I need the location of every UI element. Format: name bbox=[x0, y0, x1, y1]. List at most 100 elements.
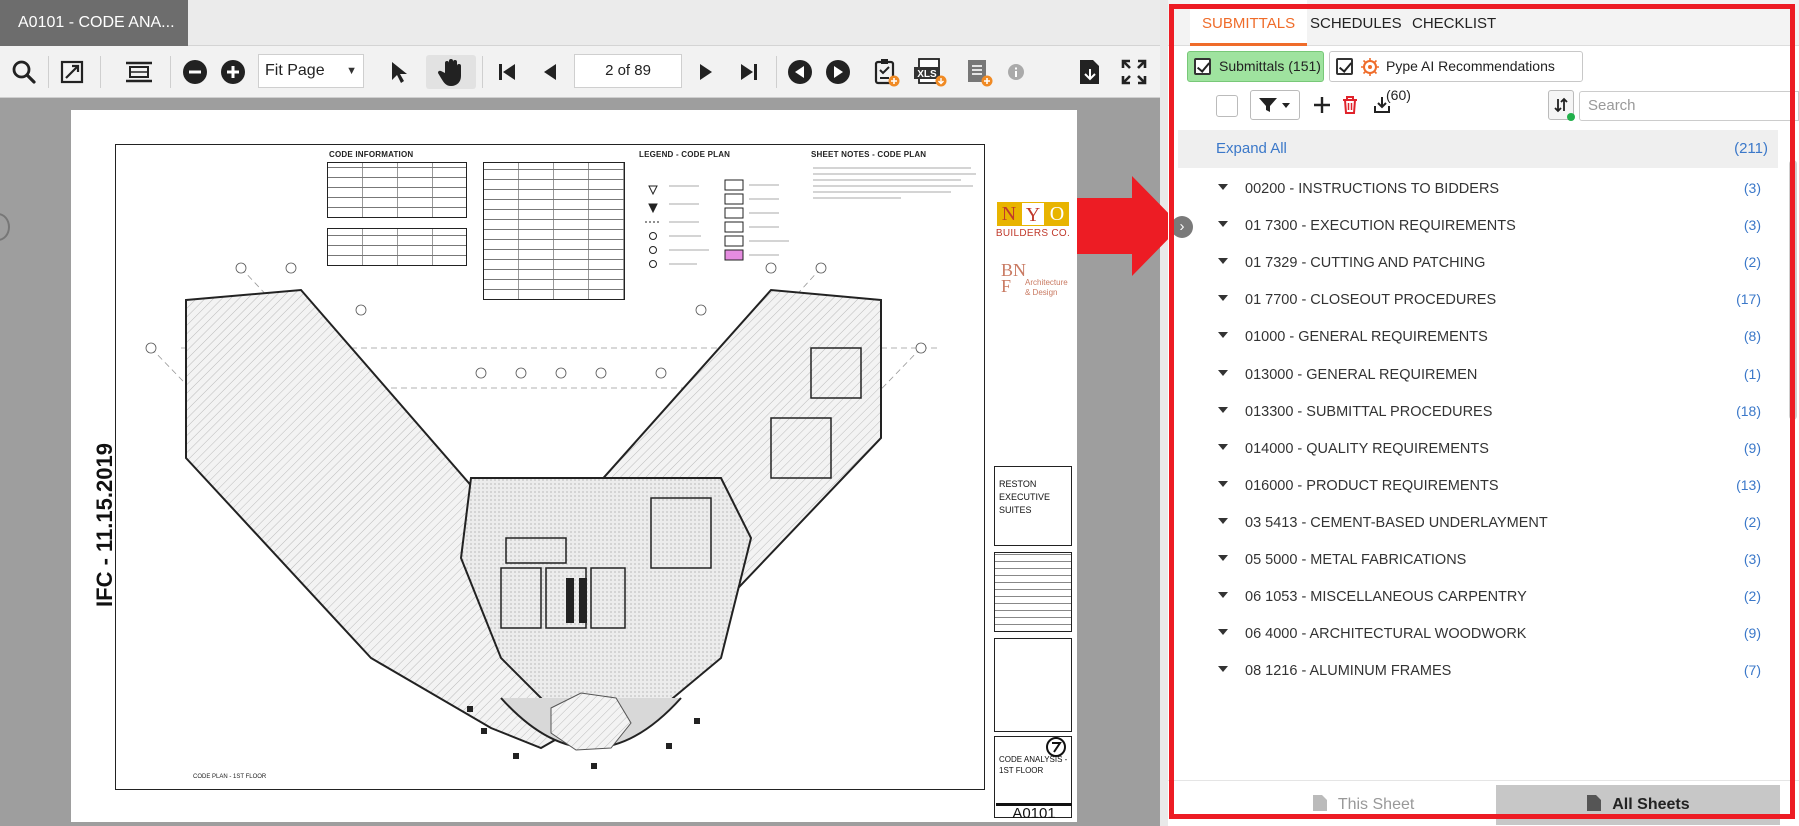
nyo-builders-logo: N Y O BUILDERS CO. bbox=[995, 202, 1071, 242]
expand-all-link[interactable]: Expand All bbox=[1216, 130, 1287, 168]
code-information-heading: CODE INFORMATION bbox=[329, 150, 414, 159]
document-viewer: A0101 - CODE ANA... Fit Page ▼ 2 of 89 X… bbox=[0, 0, 1160, 826]
sheet-notes-heading: SHEET NOTES - CODE PLAN bbox=[811, 150, 927, 159]
caret-down-icon[interactable] bbox=[1218, 443, 1228, 450]
section-count: (13) bbox=[1736, 476, 1761, 493]
logo-letter-n: N bbox=[997, 202, 1021, 226]
left-panel-toggle-icon[interactable] bbox=[0, 213, 10, 241]
filter-dropdown-button[interactable] bbox=[1250, 90, 1300, 120]
sheet-notes-text bbox=[813, 167, 976, 199]
section-count: (3) bbox=[1743, 551, 1761, 567]
export-icon[interactable] bbox=[1074, 55, 1106, 89]
document-tab-bar: A0101 - CODE ANA... bbox=[0, 0, 1160, 46]
section-label: 014000 - QUALITY REQUIREMENTS bbox=[1245, 440, 1489, 457]
caret-down-icon[interactable] bbox=[1218, 666, 1228, 673]
page-number-input[interactable]: 2 of 89 bbox=[574, 54, 682, 88]
section-count: (2) bbox=[1743, 254, 1761, 271]
ifc-date-stamp: IFC - 11.15.2019 bbox=[85, 440, 125, 610]
caret-down-icon[interactable] bbox=[1218, 629, 1228, 636]
caret-down-icon[interactable] bbox=[1218, 184, 1228, 190]
delete-icon[interactable] bbox=[1336, 90, 1364, 120]
caret-down-icon[interactable] bbox=[1218, 480, 1228, 487]
caret-down-icon[interactable] bbox=[1218, 555, 1228, 561]
pype-ai-filter-chip[interactable]: Pype AI Recommendations (60) bbox=[1329, 51, 1583, 103]
info-icon[interactable] bbox=[1004, 55, 1028, 89]
checkbox-checked-icon bbox=[1194, 58, 1211, 75]
section-count: (1) bbox=[1743, 365, 1761, 382]
caret-down-icon[interactable] bbox=[1218, 221, 1228, 228]
logo-subtitle: BUILDERS CO. bbox=[995, 228, 1071, 239]
xls-export-icon[interactable]: XLS bbox=[912, 55, 950, 89]
caret-down-icon[interactable] bbox=[1218, 369, 1228, 376]
clipboard-check-icon[interactable] bbox=[870, 55, 902, 89]
zoom-level-value: Fit Page bbox=[265, 62, 325, 79]
section-label: 03 5413 - CEMENT-BASED UNDERLAYMENT bbox=[1245, 514, 1548, 531]
tab-submittals[interactable]: SUBMITTALS bbox=[1190, 0, 1308, 46]
document-icon bbox=[1312, 795, 1327, 811]
select-pointer-icon[interactable] bbox=[384, 55, 414, 89]
section-count: (9) bbox=[1743, 625, 1761, 642]
zoom-level-select[interactable]: Fit Page ▼ bbox=[258, 54, 364, 88]
caret-down-icon[interactable] bbox=[1218, 406, 1228, 413]
search-icon[interactable] bbox=[8, 55, 40, 89]
submittals-filter-chip[interactable]: Submittals (151) bbox=[1187, 51, 1324, 82]
caret-down-icon[interactable] bbox=[1218, 332, 1228, 339]
this-sheet-button[interactable]: This Sheet bbox=[1258, 785, 1468, 825]
viewer-toolbar: Fit Page ▼ 2 of 89 XLS bbox=[0, 46, 1160, 98]
sort-button[interactable] bbox=[1548, 90, 1575, 121]
sheet-number: A0101 bbox=[996, 803, 1072, 822]
previous-page-icon[interactable] bbox=[536, 55, 564, 89]
section-label: 01 7329 - CUTTING AND PATCHING bbox=[1245, 255, 1486, 272]
document-add-icon[interactable] bbox=[962, 55, 996, 89]
section-row[interactable]: 08 1216 - ALUMINUM FRAMES (7) bbox=[1178, 650, 1778, 693]
zoom-in-icon[interactable] bbox=[218, 55, 248, 89]
search-input[interactable]: Search bbox=[1579, 91, 1799, 121]
next-page-icon[interactable] bbox=[692, 55, 720, 89]
bnf-logo-letters: BN F bbox=[1001, 260, 1027, 296]
bnf-logo-subtitle: Architecture & Design bbox=[1025, 278, 1068, 297]
panel-tab-bar: SUBMITTALS SCHEDULES CHECKLIST bbox=[1168, 0, 1799, 46]
forward-icon[interactable] bbox=[824, 55, 852, 89]
all-sheets-button[interactable]: All Sheets bbox=[1496, 785, 1780, 825]
zoom-out-icon[interactable] bbox=[180, 55, 210, 89]
section-count: (8) bbox=[1743, 328, 1761, 345]
title-block-revisions bbox=[994, 552, 1072, 632]
collapse-panel-icon[interactable]: › bbox=[1171, 216, 1193, 238]
sort-icon bbox=[1554, 97, 1568, 113]
section-label: 01 7700 - CLOSEOUT PROCEDURES bbox=[1245, 292, 1497, 309]
back-icon[interactable] bbox=[786, 55, 814, 89]
add-icon[interactable] bbox=[1308, 90, 1336, 120]
tab-checklist[interactable]: CHECKLIST bbox=[1400, 0, 1508, 46]
sort-active-indicator bbox=[1567, 113, 1575, 121]
tab-schedules[interactable]: SCHEDULES bbox=[1298, 0, 1414, 46]
caret-down-icon[interactable] bbox=[1218, 295, 1228, 302]
document-tab[interactable]: A0101 - CODE ANA... bbox=[0, 0, 188, 46]
logo-letter-y: Y bbox=[1021, 202, 1045, 226]
this-sheet-label: This Sheet bbox=[1337, 796, 1415, 813]
caret-down-icon[interactable] bbox=[1218, 592, 1228, 599]
list-scrollbar[interactable] bbox=[1789, 160, 1797, 420]
pype-ai-icon bbox=[1361, 58, 1379, 76]
section-count: (3) bbox=[1743, 217, 1761, 234]
checkbox-checked-icon bbox=[1336, 58, 1353, 75]
caret-down-icon[interactable] bbox=[1218, 517, 1228, 524]
documents-icon bbox=[1587, 795, 1602, 811]
submittals-filter-label: Submittals (151) bbox=[1219, 58, 1321, 74]
caret-down-icon[interactable] bbox=[1218, 258, 1228, 265]
project-name: RESTON EXECUTIVE SUITES bbox=[999, 479, 1051, 515]
svg-text:XLS: XLS bbox=[917, 69, 937, 80]
plan-caption: CODE PLAN - 1ST FLOOR bbox=[193, 774, 267, 780]
fullscreen-icon[interactable] bbox=[1118, 55, 1150, 89]
section-count: (18) bbox=[1736, 402, 1761, 419]
submittals-panel: SUBMITTALS SCHEDULES CHECKLIST Submittal… bbox=[1168, 0, 1799, 826]
fit-width-icon[interactable] bbox=[56, 55, 88, 89]
download-icon[interactable] bbox=[1368, 90, 1396, 120]
select-all-checkbox[interactable] bbox=[1216, 95, 1238, 117]
first-page-icon[interactable] bbox=[492, 55, 522, 89]
fit-page-icon[interactable] bbox=[122, 55, 156, 89]
section-count: (2) bbox=[1743, 588, 1761, 605]
last-page-icon[interactable] bbox=[734, 55, 764, 89]
total-count: (211) bbox=[1734, 140, 1768, 157]
pan-hand-icon[interactable] bbox=[426, 55, 476, 89]
section-label: 013000 - GENERAL REQUIREMEN bbox=[1245, 366, 1478, 383]
